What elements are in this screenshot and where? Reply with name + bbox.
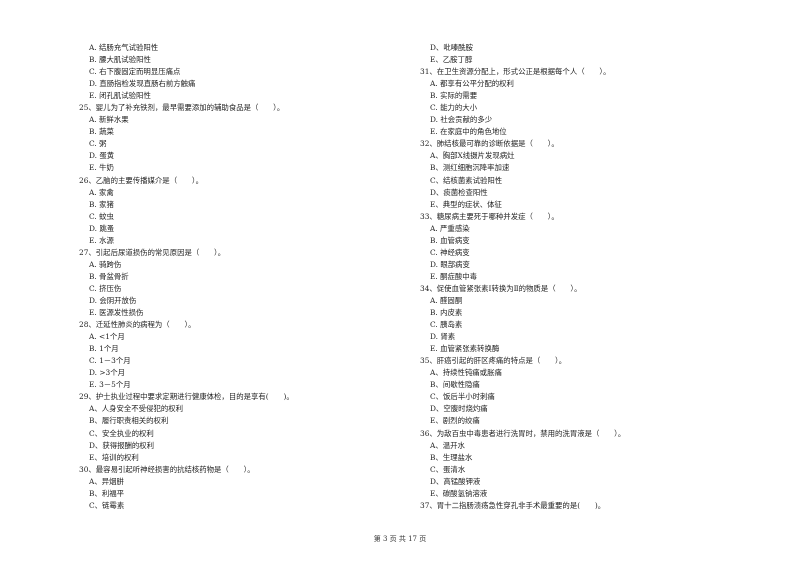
answer-option: D. >3个月 [89, 368, 126, 378]
page-footer: 第 3 页 共 17 页 [373, 535, 427, 543]
answer-option: A. 结肠充气试验阳性 [89, 43, 159, 52]
answer-option: C、结核菌素试验阳性 [430, 175, 503, 185]
answer-option: D、痰菌检查阳性 [430, 187, 488, 197]
answer-option: D、空腹时烧灼痛 [430, 404, 488, 414]
question-stem: 26、乙脑的主要传播媒介是（ ）。 [79, 175, 203, 185]
question-stem: 25、婴儿为了补充铁剂，最早需要添加的辅助食品是（ ）。 [79, 103, 285, 113]
question-stem: 28、迁延性肺炎的病程为（ ）。 [79, 320, 196, 330]
answer-option: E. 闭孔肌试验阳性 [89, 91, 151, 101]
answer-option: B. 实际的需要 [430, 91, 478, 101]
answer-option: B. 血管病变 [430, 235, 470, 245]
question-stem: 32、肺结核最可靠的诊断依据是（ ）。 [420, 139, 559, 149]
answer-option: E、剧烈的绞痛 [430, 416, 480, 426]
answer-option: D、获得报酬的权利 [89, 440, 155, 450]
answer-option: B. 1个月 [89, 344, 119, 354]
answer-option: C、链霉素 [89, 500, 125, 510]
answer-option: B、测红细胞沉降率加速 [430, 163, 510, 173]
answer-option: A. 严重感染 [430, 223, 470, 233]
answer-option: C. 右下腹固定而明显压痛点 [89, 67, 181, 77]
answer-option: E、乙胺丁醇 [430, 55, 473, 65]
answer-option: B. 蔬菜 [89, 127, 114, 137]
answer-option: E、培训的权利 [89, 452, 139, 462]
answer-option: E. 3－5个月 [89, 380, 131, 390]
question-stem: 30、最容易引起听神经损害的抗结核药物是（ ）。 [79, 464, 255, 474]
question-stem: 31、在卫生资源分配上，形式公正是根据每个人（ ）。 [420, 67, 611, 77]
answer-option: B. 腰大肌试验阳性 [89, 55, 151, 65]
answer-option: C、安全执业的权利 [89, 428, 154, 438]
question-stem: 35、肝癌引起的肝区疼痛的特点是（ ）。 [420, 356, 567, 366]
question-stem: 33、糖尿病主要死于哪种并发症（ ）。 [420, 211, 559, 221]
answer-option: B. 内皮素 [430, 308, 463, 318]
right-column: D、吡嗪酰胺 E、乙胺丁醇 31、在卫生资源分配上，形式公正是根据每个人（ ）。 A.… [420, 42, 750, 512]
answer-option: A. 醛固酮 [430, 295, 463, 305]
left-column: A. 结肠充气试验阳性 B. 腰大肌试验阳性 C. 右下腹固定而明显压痛点 D. 直肠… [79, 42, 409, 512]
answer-option: A、持续性钝痛或胀痛 [430, 368, 502, 378]
answer-option: A. <1个月 [89, 332, 125, 342]
answer-option: E. 牛奶 [89, 163, 114, 173]
answer-option: C. 胰岛素 [430, 320, 463, 330]
answer-option: B、间歇性隐痛 [430, 380, 480, 390]
answer-option: D. 蛋黄 [89, 151, 115, 161]
answer-option: B、利福平 [89, 488, 124, 498]
question-stem: 36、为敌百虫中毒患者进行洗胃时，禁用的洗胃液是（ ）。 [420, 428, 626, 438]
answer-option: A、人身安全不受侵犯的权利 [89, 404, 184, 414]
answer-option: A. 家禽 [89, 187, 114, 197]
answer-option: A、温开水 [430, 440, 465, 450]
answer-option: E. 血管紧张素转换酶 [430, 344, 500, 354]
answer-option: C. 粥 [89, 139, 107, 149]
answer-option: A、胸部X线摄片发现病灶 [430, 151, 515, 161]
question-stem: 27、引起后尿道损伤的常见原因是（ ）。 [79, 247, 226, 257]
answer-option: E、典型的症状、体征 [430, 199, 502, 209]
answer-option: A. 新鲜水果 [89, 115, 129, 125]
answer-option: C. 蚊虫 [89, 211, 114, 221]
answer-option: B、生理盐水 [430, 452, 473, 462]
answer-option: D. 直肠指检发现直肠右前方触痛 [89, 79, 196, 89]
answer-option: A、异烟肼 [89, 476, 124, 486]
answer-option: D. 眼部病变 [430, 259, 470, 269]
answer-option: E. 酮症酸中毒 [430, 271, 478, 281]
answer-option: E. 医源发性损伤 [89, 308, 144, 318]
answer-option: B. 家猪 [89, 199, 114, 209]
answer-option: A. 骑跨伤 [89, 259, 122, 269]
answer-option: C、饭后半小时刺痛 [430, 392, 495, 402]
answer-option: C. 1－3个月 [89, 356, 131, 366]
question-stem: 37、胃十二指肠溃疡急性穿孔非手术最重要的是( )。 [420, 500, 606, 510]
answer-option: C、蛋清水 [430, 464, 466, 474]
answer-option: C. 挤压伤 [89, 283, 122, 293]
answer-option: D. 肾素 [430, 332, 456, 342]
answer-option: A. 都享有公平分配的权利 [430, 79, 514, 89]
answer-option: D、高锰酸钾液 [430, 476, 481, 486]
question-stem: 29、护士执业过程中要求定期进行健康体检，目的是享有( )。 [79, 392, 294, 402]
answer-option: C. 能力的大小 [430, 103, 478, 113]
question-stem: 34、促使血管紧张素Ⅰ转换为Ⅱ的物质是（ ）。 [420, 283, 582, 293]
answer-option: B、履行职责相关的权利 [89, 416, 169, 426]
answer-option: D、吡嗪酰胺 [430, 43, 473, 52]
answer-option: D. 会阴开放伤 [89, 295, 137, 305]
answer-option: D. 社会贡献的多少 [430, 115, 493, 125]
answer-option: E. 水源 [89, 235, 114, 245]
answer-option: E、碳酸氢钠溶液 [430, 488, 488, 498]
answer-option: D. 跳蚤 [89, 223, 115, 233]
answer-option: B. 骨盆骨折 [89, 271, 129, 281]
answer-option: E. 在家庭中的角色地位 [430, 127, 507, 137]
answer-option: C. 神经病变 [430, 247, 470, 257]
